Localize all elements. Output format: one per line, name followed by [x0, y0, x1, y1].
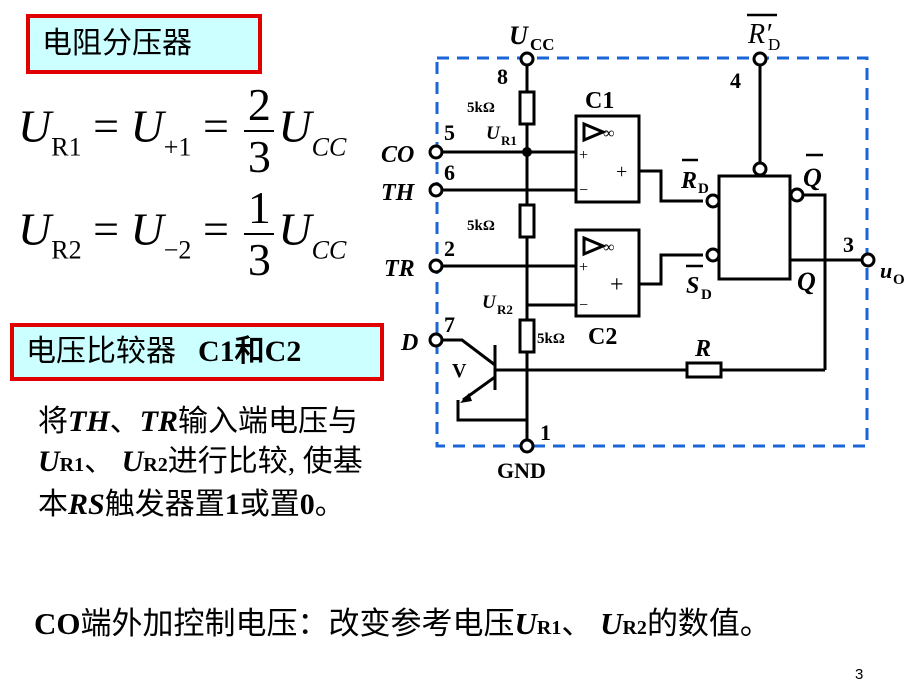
- sd-inversion-bubble: [705, 247, 721, 263]
- th-label: TH: [381, 180, 416, 206]
- ucc-label: U: [509, 21, 529, 50]
- ucc-sub: CC: [530, 35, 555, 54]
- resistor-bottom: [518, 318, 536, 354]
- uo-label: u: [880, 258, 892, 283]
- qbar-inversion-bubble: [789, 187, 805, 203]
- gnd-label: GND: [497, 458, 546, 483]
- pin5-terminal: [428, 144, 444, 160]
- pin7-label: 7: [444, 312, 455, 337]
- circuit-555-diagram: U CC 8 5kΩ 5kΩ 5kΩ U R1 U R2 C1 C2 5 6 2…: [381, 13, 905, 483]
- pin2-terminal: [428, 258, 444, 274]
- q-label: Q: [797, 267, 816, 296]
- pin7-terminal: [428, 332, 444, 348]
- pin4-terminal: [752, 51, 768, 67]
- sd-label: S: [686, 273, 699, 299]
- transistor-collector: [442, 338, 496, 367]
- c2-plus-input: +: [579, 259, 588, 276]
- ur1-label: U: [486, 123, 501, 144]
- rs-flipflop: [717, 174, 792, 281]
- ur2-sub: R2: [497, 302, 513, 317]
- pin6-label: 6: [444, 160, 455, 185]
- infinity-symbol: ∞: [603, 239, 614, 256]
- resistor-label: 5kΩ: [537, 331, 565, 347]
- pin5-label: 5: [444, 120, 455, 145]
- ur2-label: U: [482, 292, 497, 313]
- c1-output-sign: +: [616, 161, 627, 183]
- c1-label: C1: [585, 88, 614, 114]
- uo-sub: O: [893, 272, 905, 288]
- infinity-symbol: ∞: [603, 125, 614, 142]
- c2-label: C2: [588, 324, 617, 350]
- sd-sub: D: [701, 287, 712, 303]
- pin1-label: 1: [540, 420, 551, 445]
- pin8-terminal: [519, 51, 535, 67]
- resistor-r: [685, 361, 723, 379]
- resistor-middle: [518, 203, 536, 239]
- resistor-top: [518, 90, 536, 126]
- c2-minus-input: −: [579, 297, 588, 314]
- resistor-label: 5kΩ: [467, 100, 495, 116]
- pin3-label: 3: [843, 232, 854, 257]
- junction-dot: [522, 147, 532, 157]
- pin8-label: 8: [497, 64, 508, 89]
- c2-output-sign: +: [610, 272, 624, 298]
- pin4-label: 4: [730, 68, 741, 93]
- wire-emitter-gnd: [456, 400, 527, 422]
- co-label: CO: [381, 142, 414, 168]
- chip-boundary-frame: [435, 56, 869, 448]
- ur1-sub: R1: [501, 133, 517, 148]
- d-label: D: [400, 330, 418, 356]
- pin3-terminal: [860, 252, 876, 268]
- resistor-label: 5kΩ: [467, 218, 495, 234]
- transistor-label: V: [452, 360, 467, 382]
- c1-minus-input: −: [579, 182, 588, 199]
- rd-label: R: [680, 168, 697, 194]
- pin6-terminal: [428, 182, 444, 198]
- reset-inversion-bubble: [752, 161, 768, 177]
- pin1-terminal: [519, 438, 535, 454]
- r-label: R: [694, 336, 711, 362]
- rd-prime-sub: D: [768, 35, 780, 54]
- pin2-label: 2: [444, 236, 455, 261]
- rd-sub: D: [698, 181, 709, 197]
- qbar-label: Q: [803, 163, 822, 192]
- c1-plus-input: +: [579, 147, 588, 164]
- tr-label: TR: [384, 256, 415, 282]
